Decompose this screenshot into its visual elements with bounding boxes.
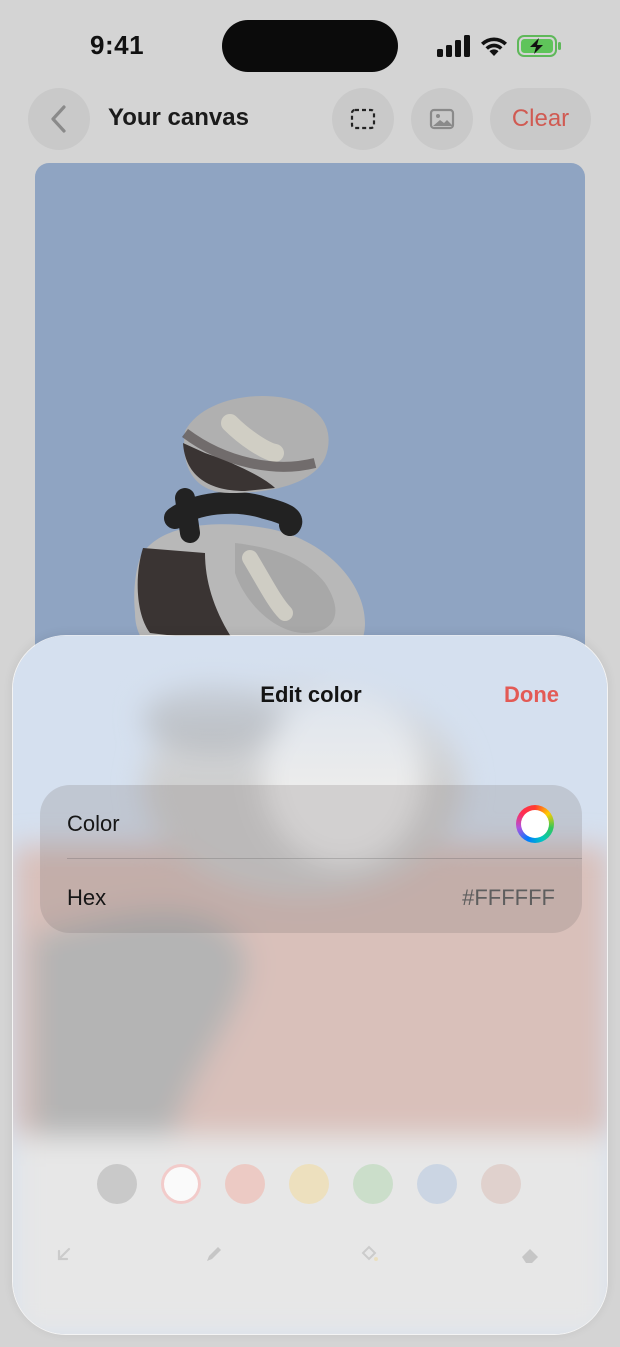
done-button[interactable]: Done [504, 682, 559, 708]
tool-item [203, 1236, 231, 1272]
edit-color-sheet: Edit color Done Color Hex #FFFFFF [12, 635, 608, 1335]
page-title: Your canvas [108, 104, 249, 131]
color-row-label: Color [67, 811, 120, 836]
wifi-icon [481, 37, 507, 56]
status-bar: 9:41 [0, 0, 620, 90]
selection-tool-button[interactable] [332, 88, 394, 150]
dynamic-island [222, 20, 398, 72]
color-swatch [289, 1164, 329, 1204]
back-button[interactable] [28, 88, 90, 150]
color-row[interactable]: Color [40, 785, 582, 859]
insert-image-button[interactable] [411, 88, 473, 150]
hex-row-label: Hex [67, 885, 107, 910]
eraser-icon [522, 1249, 538, 1263]
hex-value-field[interactable]: #FFFFFF [462, 885, 555, 911]
fill-bucket-icon [361, 1245, 378, 1261]
color-palette [13, 1164, 607, 1204]
cellular-signal-icon [437, 35, 470, 57]
tool-item [53, 1236, 81, 1272]
battery-charging-icon [517, 35, 561, 57]
arrow-icon [57, 1247, 71, 1261]
tool-item [518, 1236, 544, 1272]
chevron-left-icon [51, 105, 66, 133]
color-settings-group: Color Hex #FFFFFF [40, 785, 582, 933]
dashed-selection-icon [350, 108, 376, 130]
color-swatch [481, 1164, 521, 1204]
top-navigation: Your canvas Clear [0, 88, 620, 150]
status-icons [437, 33, 563, 59]
color-swatch [97, 1164, 137, 1204]
status-time: 9:41 [90, 30, 145, 60]
color-swatch [161, 1164, 201, 1204]
pen-icon [207, 1247, 221, 1261]
tool-item [358, 1236, 380, 1272]
color-swatch [225, 1164, 265, 1204]
clear-button[interactable]: Clear [490, 88, 591, 150]
color-swatch [353, 1164, 393, 1204]
tool-bar [13, 1236, 607, 1272]
hex-row[interactable]: Hex #FFFFFF [40, 859, 582, 933]
color-swatch [417, 1164, 457, 1204]
image-icon [429, 108, 455, 130]
color-wheel-icon[interactable] [516, 805, 554, 843]
sheet-top-fade [13, 636, 607, 786]
